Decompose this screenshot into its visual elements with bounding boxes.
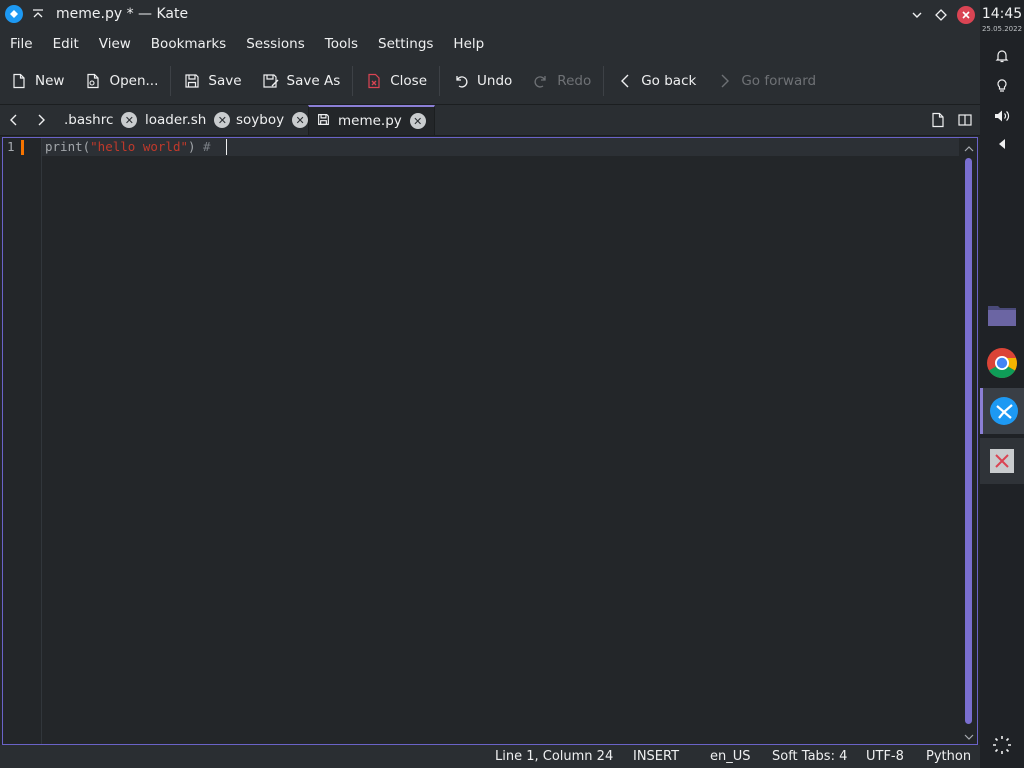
tab-bashrc[interactable]: .bashrc ✕ [64, 105, 138, 135]
menu-help[interactable]: Help [443, 30, 494, 58]
toolbar-separator [603, 66, 605, 96]
close-label: Close [390, 73, 428, 89]
kate-app-icon[interactable] [5, 5, 23, 23]
minimize-button[interactable] [907, 5, 927, 25]
input-mode[interactable]: INSERT [633, 749, 679, 764]
go-back-label: Go back [641, 73, 697, 89]
save-as-button[interactable]: Save As [252, 64, 351, 98]
window-title: meme.py * — Kate [56, 6, 189, 22]
menu-settings[interactable]: Settings [368, 30, 443, 58]
desktop-panel: 14:45 25.05.2022 [980, 0, 1024, 768]
save-icon [317, 113, 330, 130]
maximize-button[interactable] [931, 5, 951, 25]
title-bar: meme.py * — Kate [0, 0, 980, 30]
keep-above-icon[interactable] [30, 6, 46, 22]
code-string: "hello world" [90, 139, 188, 154]
menu-view[interactable]: View [89, 30, 141, 58]
status-bar: Line 1, Column 24 INSERT en_US Soft Tabs… [0, 745, 980, 768]
lightbulb-icon[interactable] [990, 73, 1014, 97]
scroll-up-icon[interactable] [964, 142, 974, 157]
go-forward-label: Go forward [741, 73, 817, 89]
toolbar-separator [170, 66, 172, 96]
go-back-button[interactable]: Go back [606, 64, 706, 98]
code-comment: # [195, 139, 211, 154]
save-as-label: Save As [286, 73, 341, 89]
redo-button[interactable]: Redo [522, 64, 601, 98]
close-button[interactable]: Close [355, 64, 437, 98]
indentation-settings[interactable]: Soft Tabs: 4 [772, 749, 847, 764]
menu-tools[interactable]: Tools [315, 30, 368, 58]
modified-line-marker [21, 140, 24, 155]
scroll-down-icon[interactable] [964, 730, 974, 745]
undo-label: Undo [477, 73, 513, 89]
dictionary-selector[interactable]: en_US [710, 749, 751, 764]
syntax-mode-selector[interactable]: Python [926, 749, 971, 764]
open-document-icon [84, 72, 102, 90]
close-window-button[interactable] [957, 6, 975, 24]
tab-meme-py[interactable]: meme.py ✕ [308, 105, 435, 135]
undo-button[interactable]: Undo [442, 64, 522, 98]
new-document-icon [10, 72, 28, 90]
tabs-scroll-right-button[interactable] [33, 112, 49, 128]
editor-view[interactable]: 1 print("hello world") # [2, 137, 978, 745]
toolbar-separator [439, 66, 441, 96]
notifications-bell-icon[interactable] [990, 44, 1014, 68]
close-tab-icon[interactable]: ✕ [409, 113, 426, 129]
file-manager-icon[interactable] [980, 292, 1024, 338]
new-label: New [35, 73, 65, 89]
toolbar-separator [352, 66, 354, 96]
text-cursor [226, 139, 227, 155]
undo-icon [452, 72, 470, 90]
tab-label: soyboy [236, 112, 285, 128]
panel-clock[interactable]: 14:45 [980, 6, 1024, 22]
redo-icon [532, 72, 550, 90]
volume-icon[interactable] [990, 104, 1014, 128]
chevron-left-icon [616, 72, 634, 90]
split-view-icon[interactable] [957, 112, 973, 128]
redo-label: Redo [557, 73, 592, 89]
menu-bookmarks[interactable]: Bookmarks [141, 30, 236, 58]
kate-taskbar-icon[interactable] [980, 388, 1024, 434]
open-button[interactable]: Open... [74, 64, 168, 98]
panel-date: 25.05.2022 [981, 25, 1023, 33]
close-app-icon[interactable] [980, 438, 1024, 484]
code-paren: ) [188, 139, 196, 154]
code-line[interactable]: print("hello world") # [45, 139, 211, 154]
tab-soyboy[interactable]: soyboy ✕ [236, 105, 309, 135]
line-number-gutter[interactable]: 1 [3, 138, 42, 744]
tab-bar: .bashrc ✕ loader.sh ✕ soyboy ✕ meme.py ✕ [0, 105, 980, 136]
open-label: Open... [109, 73, 159, 89]
chrome-icon[interactable] [980, 340, 1024, 386]
cursor-position[interactable]: Line 1, Column 24 [495, 749, 613, 764]
save-as-icon [262, 72, 280, 90]
menu-bar: File Edit View Bookmarks Sessions Tools … [0, 30, 980, 58]
line-number: 1 [7, 139, 15, 154]
go-forward-button[interactable]: Go forward [706, 64, 826, 98]
save-icon [183, 72, 201, 90]
menu-file[interactable]: File [0, 30, 43, 58]
new-button[interactable]: New [0, 64, 74, 98]
expand-tray-icon[interactable] [990, 132, 1014, 156]
tab-label: meme.py [338, 113, 402, 129]
close-tab-icon[interactable]: ✕ [292, 112, 309, 128]
scrollbar-thumb[interactable] [965, 158, 972, 724]
code-function: print( [45, 139, 91, 154]
tabs-scroll-left-button[interactable] [6, 112, 22, 128]
menu-edit[interactable]: Edit [43, 30, 89, 58]
save-label: Save [208, 73, 242, 89]
save-button[interactable]: Save [173, 64, 251, 98]
vertical-scrollbar[interactable] [961, 138, 977, 744]
tab-label: .bashrc [64, 112, 114, 128]
tab-label: loader.sh [145, 112, 207, 128]
close-tab-icon[interactable]: ✕ [214, 112, 231, 128]
main-toolbar: New Open... Save Save As Close Undo Redo… [0, 58, 980, 105]
panel-edit-mode-icon[interactable] [990, 733, 1014, 757]
close-document-icon [365, 72, 383, 90]
tab-loader-sh[interactable]: loader.sh ✕ [145, 105, 231, 135]
menu-sessions[interactable]: Sessions [236, 30, 315, 58]
chevron-right-icon [716, 72, 734, 90]
new-tab-icon[interactable] [930, 112, 946, 128]
encoding-selector[interactable]: UTF-8 [866, 749, 904, 764]
close-tab-icon[interactable]: ✕ [121, 112, 138, 128]
